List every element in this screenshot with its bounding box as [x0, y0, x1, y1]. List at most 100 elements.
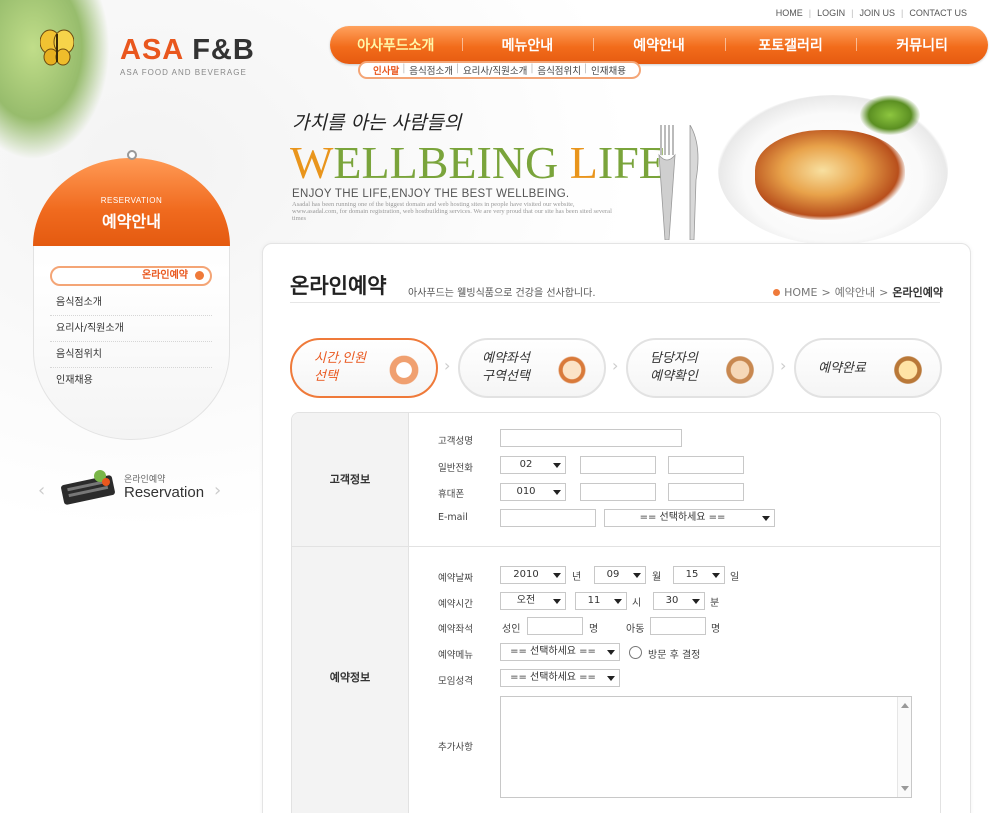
reservation-info-header: 예약정보 [292, 547, 409, 813]
scroll-down-icon[interactable] [901, 786, 909, 791]
left-header-en: RESERVATION [100, 196, 163, 205]
breadcrumb-home[interactable]: HOME [784, 286, 817, 299]
left-sidebar: RESERVATION 예약안내 온라인예약 음식점소개 요리사/직원소개 음식… [33, 150, 230, 440]
page-subtitle: 아사푸드는 웰빙식품으로 건강을 선사합니다. [408, 288, 596, 299]
main-nav-item-reservation[interactable]: 예약안내 [593, 35, 725, 55]
visit-decide-label: 방문 후 결정 [648, 650, 701, 661]
mobile-last-input[interactable] [668, 483, 744, 501]
sub-nav-item-staff[interactable]: 요리사/직원소개 [456, 63, 532, 77]
email-label: E-mail [438, 512, 468, 523]
visit-decide-radio[interactable] [629, 646, 642, 659]
left-menu-item-staff[interactable]: 요리사/직원소개 [50, 316, 212, 342]
util-login-link[interactable]: LOGIN [811, 8, 851, 18]
hour-unit: 시 [632, 598, 642, 609]
step-arrow-icon: › [780, 356, 787, 375]
sub-nav: 인사말 음식점소개 요리사/직원소개 음식점위치 인재채용 [358, 61, 641, 79]
chevron-right-icon[interactable]: › [214, 480, 221, 501]
step-label-line2: 예약확인 [650, 369, 698, 384]
cookie-icon [722, 352, 758, 388]
year-unit: 년 [572, 572, 582, 583]
left-menu-item-location[interactable]: 음식점위치 [50, 342, 212, 368]
day-unit: 일 [730, 572, 740, 583]
breadcrumb: HOME > 예약안내 > 온라인예약 [773, 284, 943, 300]
reservation-steps: 시간,인원 선택 › 예약좌석 구역선택 › 담당자의 예약확인 › 예약완료 [290, 338, 942, 400]
step-label: 예약완료 [818, 360, 888, 378]
sub-nav-item-restaurant[interactable]: 음식점소개 [402, 63, 458, 77]
fork-knife-icon [658, 125, 699, 240]
adult-count-input[interactable] [527, 617, 583, 635]
left-header-ko: 예약안내 [102, 212, 161, 231]
banner-wellbeing-title: WELLBEING LIFE [290, 138, 667, 188]
time-label: 예약시간 [438, 599, 473, 610]
main-nav-item-menu[interactable]: 메뉴안내 [461, 35, 594, 55]
sub-nav-item-greeting[interactable]: 인사말 [368, 63, 404, 77]
mobile-prefix-select[interactable]: 010 [500, 483, 566, 501]
step-label: 담당자의예약확인 [650, 350, 720, 386]
minute-select[interactable]: 30 [653, 592, 705, 610]
scroll-up-icon[interactable] [901, 703, 909, 708]
util-contact-link[interactable]: CONTACT US [903, 8, 973, 18]
left-menu-item-online-reservation[interactable]: 온라인예약 [50, 266, 212, 286]
step-label-line1: 예약좌석 [482, 351, 530, 366]
step-time-people: 시간,인원 선택 [290, 338, 438, 398]
child-count-input[interactable] [650, 617, 706, 635]
email-id-input[interactable] [500, 509, 596, 527]
banner-title-w: W [290, 137, 334, 188]
mobile-middle-input[interactable] [580, 483, 656, 501]
banner-small-text: Asadal has been running one of the bigge… [292, 201, 612, 222]
email-domain-select[interactable]: == 선택하세요 == [604, 509, 775, 527]
main-nav-item-about[interactable]: 아사푸드소개 [330, 35, 462, 55]
ampm-select[interactable]: 오전 [500, 592, 566, 610]
step-label-line1: 예약완료 [818, 361, 866, 376]
phone-middle-input[interactable] [580, 456, 656, 474]
day-select[interactable]: 15 [673, 566, 725, 584]
phone-last-input[interactable] [668, 456, 744, 474]
left-menu-item-recruit[interactable]: 인재채용 [50, 368, 212, 394]
left-menu: 온라인예약 음식점소개 요리사/직원소개 음식점위치 인재채용 [50, 266, 212, 394]
phone-prefix-select[interactable]: 02 [500, 456, 566, 474]
herb-garnish-image [860, 95, 920, 135]
reservation-form: 고객정보 예약정보 고객성명 일반전화 02 휴대폰 010 E-mail ==… [291, 412, 941, 813]
util-join-link[interactable]: JOIN US [853, 8, 901, 18]
customer-name-input[interactable] [500, 429, 682, 447]
reservation-banner[interactable]: ‹ 온라인예약 Reservation › [38, 466, 228, 510]
hanger-ring-icon [127, 150, 137, 160]
child-label: 아동 [626, 624, 645, 635]
left-sidebar-header: RESERVATION 예약안내 [33, 158, 230, 246]
step-label-line1: 담당자의 [650, 351, 698, 366]
seats-label: 예약좌석 [438, 624, 473, 635]
food-dish-image [755, 130, 905, 220]
main-nav: 아사푸드소개 메뉴안내 예약안내 포토갤러리 커뮤니티 [330, 26, 988, 64]
year-select[interactable]: 2010 [500, 566, 566, 584]
month-unit: 월 [652, 572, 662, 583]
brand-logo[interactable]: ASA F&B [120, 34, 255, 67]
hour-select[interactable]: 11 [575, 592, 627, 610]
sub-nav-item-location[interactable]: 음식점위치 [530, 63, 586, 77]
extra-textarea[interactable] [500, 696, 912, 798]
chevron-left-icon[interactable]: ‹ [38, 480, 45, 501]
left-menu-item-restaurant[interactable]: 음식점소개 [50, 290, 212, 316]
main-nav-item-gallery[interactable]: 포토갤러리 [724, 35, 857, 55]
textarea-scrollbar[interactable] [897, 697, 911, 797]
breadcrumb-reservation[interactable]: 예약안내 [835, 284, 875, 300]
step-label-line1: 시간,인원 [314, 351, 366, 366]
customer-info-header: 고객정보 [292, 413, 409, 547]
banner-title-l: L [569, 137, 598, 188]
sub-nav-item-recruit[interactable]: 인재채용 [584, 63, 631, 77]
adult-label: 성인 [502, 624, 521, 635]
menu-label: 예약메뉴 [438, 650, 473, 661]
breadcrumb-current: 온라인예약 [892, 286, 943, 299]
main-nav-item-community[interactable]: 커뮤니티 [856, 35, 988, 55]
phone-label: 일반전화 [438, 463, 473, 474]
step-label: 예약좌석 구역선택 [482, 350, 552, 386]
util-home-link[interactable]: HOME [770, 8, 809, 18]
menu-select[interactable]: == 선택하세요 == [500, 643, 620, 661]
purpose-select[interactable]: == 선택하세요 == [500, 669, 620, 687]
coffee-cup-icon [890, 352, 926, 388]
purpose-label: 모임성격 [438, 676, 473, 687]
step-arrow-icon: › [444, 356, 451, 375]
month-select[interactable]: 09 [594, 566, 646, 584]
step-manager-confirm: 담당자의예약확인 [626, 338, 774, 398]
step-label: 시간,인원 선택 [314, 350, 384, 386]
banner-tagline: ENJOY THE LIFE,ENJOY THE BEST WELLBEING. [292, 188, 570, 200]
